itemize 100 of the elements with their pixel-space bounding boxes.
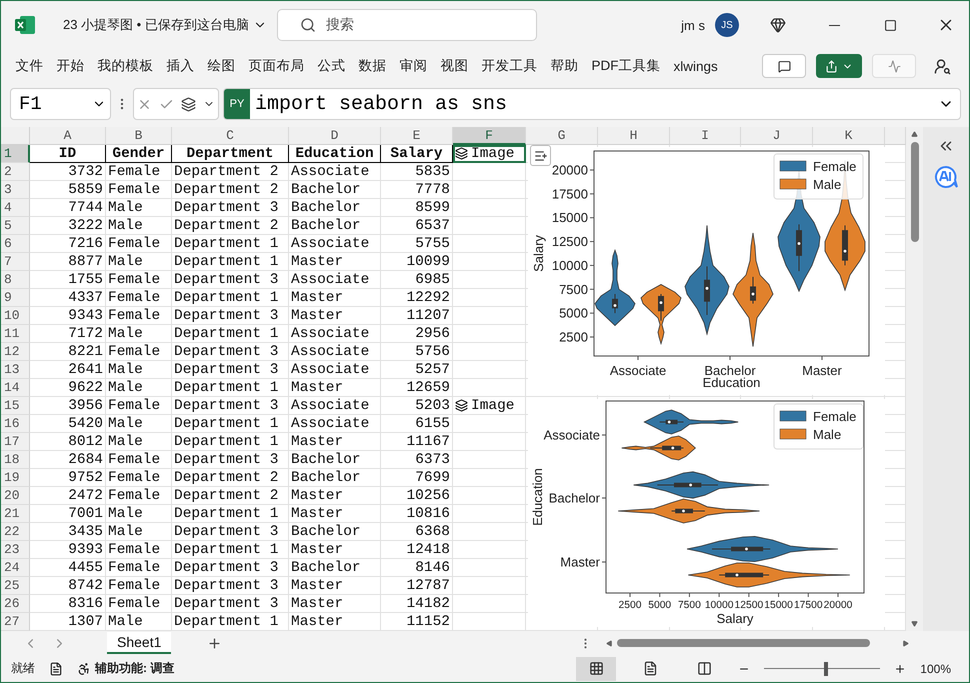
comments-button[interactable]: [762, 54, 806, 78]
column-header[interactable]: A: [30, 127, 106, 145]
row-header[interactable]: 16: [1, 415, 30, 433]
add-sheet-icon[interactable]: [207, 636, 222, 650]
table-cell: Bachelor: [289, 559, 381, 577]
row-header[interactable]: 1: [1, 145, 30, 163]
menu-tab[interactable]: 视图: [434, 53, 475, 79]
slider-thumb[interactable]: [824, 662, 828, 676]
column-header[interactable]: E: [381, 127, 453, 145]
scroll-left-icon[interactable]: [606, 640, 613, 646]
share-button[interactable]: [816, 54, 862, 78]
user-name: jm s: [681, 18, 705, 32]
macro-icon[interactable]: [49, 662, 63, 676]
name-box[interactable]: F1: [10, 88, 111, 120]
search-field[interactable]: 搜索: [276, 9, 537, 41]
row-header[interactable]: 24: [1, 559, 30, 577]
row-header[interactable]: 15: [1, 397, 30, 415]
row-header[interactable]: 26: [1, 595, 30, 613]
menu-tab[interactable]: 开始: [50, 53, 91, 79]
column-header[interactable]: J: [741, 127, 813, 145]
normal-view-button[interactable]: [576, 656, 616, 680]
menu-tab[interactable]: 页面布局: [242, 53, 311, 79]
menu-tab[interactable]: 公式: [311, 53, 352, 79]
category-label: Associate: [544, 428, 600, 442]
row-header[interactable]: 6: [1, 235, 30, 253]
tick-label: 20000: [552, 162, 588, 178]
accessibility-status[interactable]: 辅助功能: 调查: [95, 660, 174, 677]
menu-tab[interactable]: 开发工具: [475, 53, 544, 79]
menu-tab[interactable]: 我的模板: [91, 53, 160, 79]
row-header[interactable]: 18: [1, 451, 30, 469]
sheet-tab[interactable]: Sheet1: [107, 632, 172, 654]
insert-data-button[interactable]: [530, 145, 551, 166]
image-cell[interactable]: Image: [453, 145, 526, 163]
row-header[interactable]: 13: [1, 361, 30, 379]
scrollbar-thumb[interactable]: [910, 142, 918, 242]
column-header[interactable]: F: [453, 127, 526, 145]
row-header[interactable]: 7: [1, 253, 30, 271]
table-cell: 9393: [30, 541, 106, 559]
scroll-up-icon[interactable]: [911, 131, 918, 138]
table-cell: Bachelor: [289, 199, 381, 217]
scrollbar-thumb[interactable]: [617, 639, 870, 647]
menu-tab[interactable]: 数据: [352, 53, 393, 79]
table-cell: Associate: [289, 235, 381, 253]
cell-reference: F1: [19, 93, 42, 115]
column-header[interactable]: K: [813, 127, 885, 145]
row-header[interactable]: 21: [1, 505, 30, 523]
row-header[interactable]: 12: [1, 343, 30, 361]
table-cell: Education: [289, 145, 381, 163]
menu-tab[interactable]: PDF工具集: [585, 53, 667, 79]
table-cell: 1755: [30, 271, 106, 289]
row-header[interactable]: 20: [1, 487, 30, 505]
ai-assistant-icon[interactable]: [933, 165, 959, 189]
row-header[interactable]: 4: [1, 199, 30, 217]
table-cell: Department 1: [172, 541, 289, 559]
legend-label: Male: [813, 177, 842, 192]
zoom-in-icon[interactable]: [894, 662, 906, 674]
accessibility-icon[interactable]: [77, 662, 91, 676]
column-header[interactable]: G: [526, 127, 598, 145]
column-header[interactable]: D: [289, 127, 381, 145]
row-header[interactable]: 5: [1, 217, 30, 235]
table-cell: Salary: [381, 145, 453, 163]
table-cell: 8742: [30, 577, 106, 595]
formula-field[interactable]: PY import seaborn as sns: [223, 88, 961, 120]
row-header[interactable]: 2: [1, 163, 30, 181]
column-header[interactable]: C: [172, 127, 289, 145]
row-header[interactable]: 19: [1, 469, 30, 487]
row-header[interactable]: 3: [1, 181, 30, 199]
row-header[interactable]: 11: [1, 325, 30, 343]
menu-tab[interactable]: 审阅: [393, 53, 434, 79]
row-header[interactable]: 25: [1, 577, 30, 595]
menu-tab[interactable]: xlwings: [667, 54, 724, 78]
column-header[interactable]: H: [598, 127, 670, 145]
image-cell[interactable]: Image: [453, 397, 526, 415]
table-cell: 2472: [30, 487, 106, 505]
menu-tab[interactable]: 文件: [9, 53, 50, 79]
row-header[interactable]: 14: [1, 379, 30, 397]
table-cell: Associate: [289, 361, 381, 379]
table-cell: 7001: [30, 505, 106, 523]
row-header[interactable]: 23: [1, 541, 30, 559]
row-header[interactable]: 8: [1, 271, 30, 289]
row-header[interactable]: 10: [1, 307, 30, 325]
user-avatar[interactable]: JS: [715, 13, 739, 37]
row-header[interactable]: 22: [1, 523, 30, 541]
column-header[interactable]: I: [670, 127, 741, 145]
row-header[interactable]: 9: [1, 289, 30, 307]
layers-icon[interactable]: [180, 96, 196, 112]
menu-tab[interactable]: 绘图: [201, 53, 242, 79]
menu-tab[interactable]: 插入: [160, 53, 201, 79]
row-header[interactable]: 27: [1, 613, 30, 631]
scroll-down-icon[interactable]: [911, 620, 918, 627]
table-cell: Master: [289, 307, 381, 325]
tick-label: 2500: [618, 600, 642, 611]
table-cell: 4455: [30, 559, 106, 577]
scroll-right-icon[interactable]: [902, 640, 909, 646]
column-header[interactable]: B: [106, 127, 172, 145]
menu-tab[interactable]: 帮助: [544, 53, 585, 79]
table-cell: 8877: [30, 253, 106, 271]
table-cell: Associate: [289, 163, 381, 181]
row-header[interactable]: 17: [1, 433, 30, 451]
table-cell: Male: [106, 199, 172, 217]
